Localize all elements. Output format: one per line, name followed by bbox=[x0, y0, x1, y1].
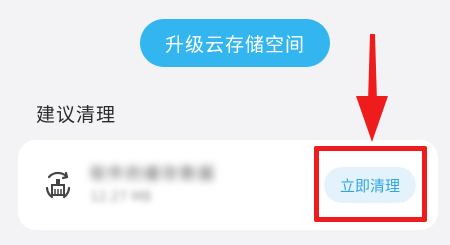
upgrade-cloud-storage-button[interactable]: 升级云存储空间 bbox=[140, 19, 330, 67]
highlight-box bbox=[314, 146, 427, 222]
section-title: 建议清理 bbox=[36, 104, 117, 126]
broom-cleanup-icon bbox=[38, 165, 78, 205]
item-title: 软件的缓存数据 bbox=[90, 164, 217, 183]
pointer-arrow-icon bbox=[356, 34, 388, 142]
item-size: 12.27 MB bbox=[90, 190, 152, 205]
